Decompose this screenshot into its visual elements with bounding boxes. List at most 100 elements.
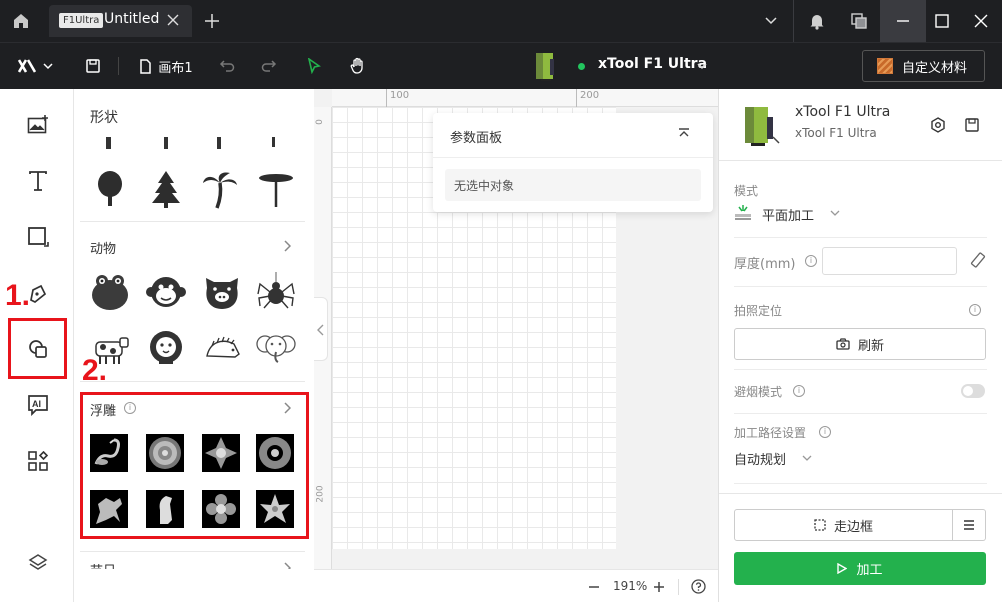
shape-tool-button[interactable]: [18, 217, 58, 257]
panel-collapse-handle[interactable]: [314, 297, 328, 361]
redo-button[interactable]: [256, 43, 282, 89]
palm-tree-shape-icon[interactable]: [200, 169, 240, 209]
chevron-down-icon[interactable]: [696, 61, 708, 71]
zoom-in-icon[interactable]: [653, 581, 665, 593]
camera-icon: [836, 338, 850, 350]
smoke-avoid-toggle[interactable]: [961, 384, 985, 398]
text-tool-button[interactable]: [18, 161, 58, 201]
tree-shape-icon[interactable]: [90, 169, 130, 209]
spider-shape-icon[interactable]: [256, 272, 296, 312]
svg-text:AI: AI: [32, 399, 41, 409]
frame-label: 走边框: [833, 519, 873, 535]
canvas-selector[interactable]: 画布1: [135, 43, 197, 89]
frame-button[interactable]: 走边框: [734, 509, 953, 541]
thickness-input[interactable]: [822, 247, 957, 275]
measure-icon[interactable]: [970, 252, 986, 268]
chevron-left-icon: [317, 324, 324, 336]
apps-tool-button[interactable]: [18, 441, 58, 481]
zoom-out-icon[interactable]: [588, 581, 600, 593]
home-icon: [14, 14, 28, 28]
tabs-dropdown-button[interactable]: [748, 0, 794, 42]
ai-chat-icon: AI: [28, 395, 48, 416]
layers-button[interactable]: [18, 543, 58, 583]
info-icon[interactable]: i: [805, 255, 817, 267]
save-button[interactable]: [80, 43, 106, 89]
undo-button[interactable]: [214, 43, 240, 89]
mode-value: 平面加工: [762, 209, 815, 224]
holiday-section-title: 节日: [90, 560, 116, 569]
pig-shape-icon[interactable]: [202, 272, 242, 312]
main-toolbar: 画布1 xTool F1 Ultra 自定义材料: [0, 42, 1002, 89]
hedgehog-shape-icon[interactable]: [202, 328, 242, 368]
close-window-button[interactable]: [958, 0, 1002, 42]
chevron-down-icon: [830, 210, 840, 216]
mode-selector[interactable]: 平面加工: [734, 202, 854, 224]
no-selection-message: 无选中对象: [445, 169, 701, 201]
info-icon[interactable]: i: [969, 304, 981, 316]
path-planning-select[interactable]: 自动规划: [734, 449, 834, 469]
minimize-icon: [897, 20, 909, 22]
chevron-down-icon: [765, 17, 777, 25]
info-icon[interactable]: i: [819, 426, 831, 438]
parameter-panel: 参数面板 无选中对象: [433, 113, 713, 212]
zoom-level[interactable]: 191%: [613, 579, 647, 593]
help-icon[interactable]: [691, 579, 706, 594]
step-2-highlight-box: [80, 392, 309, 539]
divider: [734, 413, 987, 414]
tab-title: Untitled: [104, 11, 160, 27]
bell-icon: [810, 15, 824, 30]
new-tab-button[interactable]: [201, 10, 223, 32]
zoom-bar: 191%: [314, 569, 718, 602]
apps-grid-icon: [28, 451, 48, 471]
holiday-section: 节日: [80, 551, 305, 569]
undo-icon: [219, 60, 235, 72]
home-button[interactable]: [0, 0, 42, 42]
layers-icon: [28, 554, 48, 570]
device-name[interactable]: xTool F1 Ultra: [598, 56, 707, 72]
pen-icon: [30, 284, 47, 304]
chevron-right-icon[interactable]: [283, 240, 291, 252]
document-tab[interactable]: F1Ultra Untitled: [49, 5, 192, 37]
chevron-right-icon[interactable]: [283, 562, 291, 569]
info-icon[interactable]: i: [793, 385, 805, 397]
ai-tool-button[interactable]: AI: [18, 385, 58, 425]
custom-material-label: 自定义材料: [902, 60, 968, 76]
divider: [734, 286, 987, 287]
elephant-shape-icon[interactable]: [256, 328, 296, 368]
windows-button[interactable]: [836, 0, 882, 42]
image-add-icon: [27, 115, 48, 134]
refresh-label: 刷新: [857, 338, 884, 354]
refresh-button[interactable]: 刷新: [734, 328, 986, 360]
process-label: 加工: [856, 563, 883, 578]
acacia-tree-shape-icon[interactable]: [256, 169, 296, 209]
lion-shape-icon[interactable]: [146, 328, 186, 368]
laser-device-icon: [536, 53, 554, 81]
pine-tree-shape-icon[interactable]: [146, 169, 186, 209]
tab-close-button[interactable]: [167, 14, 179, 26]
app-menu-button[interactable]: [10, 43, 60, 89]
custom-material-button[interactable]: 自定义材料: [862, 50, 985, 82]
ruler-tick-label: 0: [314, 119, 325, 125]
image-tool-button[interactable]: [18, 105, 58, 145]
device-model: xTool F1 Ultra: [795, 126, 877, 140]
frog-shape-icon[interactable]: [90, 272, 130, 312]
divider: [734, 237, 987, 238]
settings-icon[interactable]: [930, 117, 946, 133]
square-icon: [28, 227, 49, 247]
pan-tool-button[interactable]: [345, 43, 371, 89]
monkey-shape-icon[interactable]: [146, 272, 186, 312]
select-tool-button[interactable]: [301, 43, 327, 89]
save-preset-icon[interactable]: [964, 117, 980, 133]
hand-icon: [350, 57, 363, 74]
right-settings-panel: xTool F1 Ultra xTool F1 Ultra 模式 平面加工 厚度…: [718, 89, 1002, 602]
ruler-tick-label: 200: [580, 90, 600, 101]
redo-icon: [261, 60, 277, 72]
toolbar-divider: [118, 57, 119, 75]
notifications-button[interactable]: [794, 0, 840, 42]
divider: [734, 483, 987, 484]
ruler-tick-label: 100: [390, 90, 410, 101]
frame-options-button[interactable]: [953, 509, 986, 541]
collapse-up-icon[interactable]: [678, 128, 690, 140]
process-button[interactable]: 加工: [734, 552, 986, 585]
thickness-label: 厚度(mm): [734, 257, 796, 272]
